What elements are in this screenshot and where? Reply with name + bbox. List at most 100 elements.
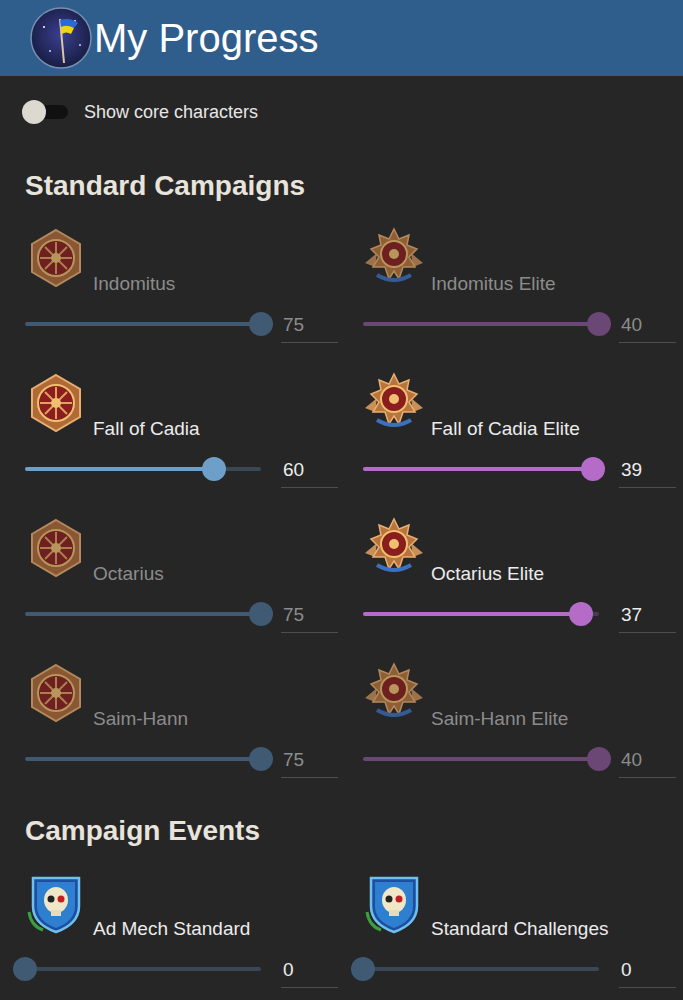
campaign-grid: Indomitus 75 Indomitus Elite 40 Fall of Cadi… [25,227,675,807]
slider-thumb[interactable] [249,602,273,626]
slider-thumb[interactable] [202,457,226,481]
campaign-slider-row: 37 [363,594,676,634]
slider-fill [363,757,599,761]
skull-shield-icon [25,872,87,934]
slider-track [363,322,599,326]
progress-slider[interactable] [363,957,599,981]
campaign-name: Fall of Cadia [93,418,200,440]
campaign-header: Saim-Hann Elite [363,662,676,724]
progress-slider[interactable] [25,312,261,336]
progress-value-field[interactable]: 60 [281,451,338,488]
campaign-item: Indomitus Elite 40 [363,227,676,372]
campaign-item: Indomitus 75 [25,227,338,372]
progress-slider[interactable] [363,747,599,771]
campaign-badge-icon [25,662,87,724]
campaign-name: Indomitus [93,273,175,295]
elite-badge-icon [363,227,425,289]
campaign-name: Octarius [93,563,164,585]
progress-value-field[interactable]: 40 [619,741,676,778]
core-toggle-row[interactable]: Show core characters [22,100,675,124]
progress-value-field[interactable]: 0 [281,951,338,988]
slider-track [25,322,261,326]
campaign-slider-row: 40 [363,739,676,779]
campaign-slider-row: 75 [25,304,338,344]
campaign-item: Ad Mech Standard 0 [25,872,338,1000]
slider-track [363,967,599,971]
elite-badge-icon [363,372,425,434]
slider-thumb[interactable] [569,602,593,626]
section-title: Campaign Events [25,815,675,847]
campaign-slider-row: 0 [25,949,338,989]
campaign-section: Standard Campaigns Indomitus 75 Indomitus E… [25,170,675,807]
progress-slider[interactable] [25,747,261,771]
campaign-header: Indomitus [25,227,338,289]
progress-slider[interactable] [363,312,599,336]
progress-value-field[interactable]: 37 [619,596,676,633]
progress-value-field[interactable]: 39 [619,451,676,488]
slider-track [363,757,599,761]
campaign-name: Octarius Elite [431,563,544,585]
toggle-knob [22,100,46,124]
campaign-item: Fall of Cadia Elite 39 [363,372,676,517]
slider-track [363,467,599,471]
progress-value-field[interactable]: 40 [619,306,676,343]
progress-value-field[interactable]: 0 [619,951,676,988]
campaign-badge-icon [25,227,87,289]
elite-badge-icon [363,517,425,579]
progress-value-field[interactable]: 75 [281,741,338,778]
campaign-slider-row: 75 [25,594,338,634]
slider-thumb[interactable] [587,312,611,336]
campaign-name: Indomitus Elite [431,273,556,295]
campaign-name: Ad Mech Standard [93,918,250,940]
progress-slider[interactable] [25,957,261,981]
progress-value-field[interactable]: 75 [281,596,338,633]
campaign-slider-row: 39 [363,449,676,489]
slider-fill [363,467,593,471]
slider-thumb[interactable] [249,747,273,771]
campaign-item: Octarius Elite 37 [363,517,676,662]
slider-thumb[interactable] [13,957,37,981]
core-toggle[interactable] [22,100,68,124]
campaign-name: Saim-Hann Elite [431,708,568,730]
campaign-grid: Ad Mech Standard 0 Standard Challenges 0 [25,872,675,1000]
campaign-slider-row: 40 [363,304,676,344]
slider-thumb[interactable] [581,457,605,481]
campaign-badge-icon [25,372,87,434]
progress-slider[interactable] [363,602,599,626]
campaign-header: Indomitus Elite [363,227,676,289]
slider-fill [25,467,214,471]
progress-slider[interactable] [25,602,261,626]
elite-badge-icon [363,662,425,724]
progress-slider[interactable] [363,457,599,481]
progress-page: My Progress Show core characters Standard … [0,0,683,1000]
slider-thumb[interactable] [351,957,375,981]
slider-track [25,612,261,616]
campaign-name: Saim-Hann [93,708,188,730]
slider-thumb[interactable] [587,747,611,771]
progress-slider[interactable] [25,457,261,481]
slider-fill [363,612,581,616]
campaign-header: Saim-Hann [25,662,338,724]
campaign-name: Fall of Cadia Elite [431,418,580,440]
campaign-header: Fall of Cadia [25,372,338,434]
campaign-header: Standard Challenges [363,872,676,934]
campaign-header: Fall of Cadia Elite [363,372,676,434]
campaign-item: Saim-Hann Elite 40 [363,662,676,807]
progress-value-field[interactable]: 75 [281,306,338,343]
slider-fill [363,322,599,326]
campaign-section: Campaign EventsAd Mech Standard0Standard… [25,815,675,1000]
section-title: Standard Campaigns [25,170,675,202]
header-bar: My Progress [0,0,683,76]
page-title: My Progress [94,16,319,60]
slider-thumb[interactable] [249,312,273,336]
campaign-slider-row: 0 [363,949,676,989]
slider-fill [25,757,261,761]
campaign-header: Ad Mech Standard [25,872,338,934]
campaign-header: Octarius Elite [363,517,676,579]
campaign-item: Standard Challenges 0 [363,872,676,1000]
avatar-icon[interactable] [30,7,92,69]
content: Show core characters Standard Campaigns In… [0,100,683,1000]
campaign-header: Octarius [25,517,338,579]
campaign-slider-row: 60 [25,449,338,489]
slider-track [363,612,599,616]
